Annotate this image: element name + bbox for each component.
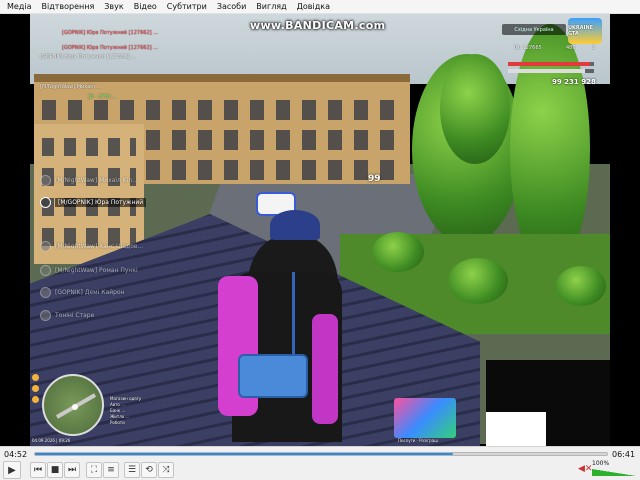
playlist-icon: ☰ — [127, 465, 137, 475]
game-bush — [556, 266, 606, 306]
avatar — [40, 309, 51, 321]
shuffle-button[interactable]: ⤨ — [158, 462, 174, 478]
chat-line: [GOPNIK] Юра Потужний [127662] ... — [62, 30, 158, 36]
play-icon: ▶ — [8, 464, 16, 476]
player-id: ID: 127665 — [514, 45, 542, 51]
player-controls: 04:52 06:41 ▶ ⏮ ■ ⏭ ⛶ ≡ ☰ ⟲ ⤨ ◀✕ 100% — [0, 446, 640, 480]
promo-text: Послуги · Розіграш — [398, 438, 438, 443]
hud-icon — [32, 374, 39, 381]
menu-help[interactable]: Довідка — [292, 0, 335, 14]
character-bag — [238, 354, 308, 398]
total-time: 06:41 — [612, 450, 636, 459]
fullscreen-icon: ⛶ — [90, 465, 98, 475]
seek-progress — [35, 453, 453, 455]
seek-bar[interactable] — [34, 452, 608, 456]
voice-name: [M/NightWaw] Роман Пункі — [55, 266, 138, 274]
menu-playback[interactable]: Відтворення — [36, 0, 99, 14]
minimap — [42, 374, 104, 436]
legend-item: Роботи — [110, 420, 125, 425]
equalizer-icon: ≡ — [107, 465, 115, 475]
skip-forward-icon: ⏭ — [67, 465, 77, 475]
menu-bar: Медіа Відтворення Звук Відео Субтитри За… — [0, 0, 640, 14]
video-frame[interactable]: www.BANDICAM.com [GOPNIK] Юра Потужний [… — [0, 14, 640, 446]
volume-percent: 100% — [592, 460, 610, 467]
promo-banner — [394, 398, 456, 438]
menu-view[interactable]: Вигляд — [251, 0, 291, 14]
voice-item: [M/NightWaw] Ханс Шадов... — [40, 240, 143, 252]
health-bar — [508, 62, 594, 66]
character-hat — [270, 210, 320, 240]
voice-name: [GOPNIK] Демі Кайрон — [55, 288, 125, 296]
elapsed-time: 04:52 — [4, 450, 28, 459]
menu-media[interactable]: Медіа — [2, 0, 36, 14]
chat-line: [GOPNIK] Юра Потужний [127662] ... — [62, 45, 158, 51]
voice-name: [M/GOPNIK] Юра Потужний — [55, 197, 147, 207]
server-name: Східна Україна — [502, 24, 566, 35]
voice-item: [M/NightWaw] Роман Пункі — [40, 264, 138, 276]
player-marker-icon — [72, 404, 78, 410]
voice-name: Тоніні Старе — [55, 311, 95, 319]
fullscreen-button[interactable]: ⛶ — [86, 462, 102, 478]
avatar — [40, 240, 51, 252]
game-logo: UKRAINE GTA — [568, 18, 602, 44]
game-bush — [448, 258, 508, 304]
loop-icon: ⟲ — [145, 465, 153, 475]
chat-line: [D - 575] ... — [88, 94, 117, 100]
voice-name: [M/NightWaw] Ханс Шадов... — [55, 242, 144, 250]
play-button[interactable]: ▶ — [3, 461, 21, 479]
hud-icon — [32, 396, 39, 403]
hud-icon — [32, 385, 39, 392]
stop-button[interactable]: ■ — [47, 462, 63, 478]
menu-video[interactable]: Відео — [129, 0, 162, 14]
volume-slider[interactable] — [592, 469, 636, 476]
game-white-corner — [486, 412, 546, 446]
extended-settings-button[interactable]: ≡ — [103, 462, 119, 478]
character-jacket-side — [312, 314, 338, 424]
next-button[interactable]: ⏭ — [64, 462, 80, 478]
shuffle-icon: ⤨ — [162, 465, 170, 475]
menu-tools[interactable]: Засоби — [212, 0, 251, 14]
stop-icon: ■ — [50, 465, 60, 475]
menu-subtitles[interactable]: Субтитри — [162, 0, 212, 14]
menu-audio[interactable]: Звук — [99, 0, 128, 14]
avatar — [40, 286, 51, 298]
voice-item: [GOPNIK] Демі Кайрон — [40, 286, 125, 298]
voice-name: [M/NightWaw] Михаїл Kin... — [55, 176, 138, 184]
mute-icon[interactable]: ◀✕ — [578, 464, 592, 474]
previous-button[interactable]: ⏮ — [30, 462, 46, 478]
hud-stat: 486 — [566, 45, 576, 51]
character-bag-strap — [292, 272, 295, 356]
avatar — [40, 196, 51, 208]
avatar — [40, 174, 51, 186]
hud-side-icons — [32, 374, 40, 424]
skip-back-icon: ⏮ — [33, 465, 43, 475]
chat-line: [M/NightWaw] Михаїл ... — [40, 84, 102, 90]
money-display: 99 231 928 — [552, 78, 596, 86]
playlist-button[interactable]: ☰ — [124, 462, 140, 478]
voice-item: [M/NightWaw] Михаїл Kin... — [40, 174, 138, 186]
game-bush — [372, 232, 424, 272]
hud-date: 04.09.2026 | 09:26 — [32, 438, 71, 443]
minimap-legend: Магазин одягу Авто ... Банк ... Житло ..… — [110, 396, 141, 426]
game-tree — [440, 54, 510, 164]
loop-button[interactable]: ⟲ — [141, 462, 157, 478]
bandicam-watermark: www.BANDICAM.com — [250, 19, 386, 32]
hud-stat: 2 — [592, 45, 596, 51]
voice-item: [M/GOPNIK] Юра Потужний — [40, 196, 147, 208]
avatar — [40, 264, 51, 276]
armor-bar — [508, 69, 594, 73]
wanted-level: 99 — [368, 174, 381, 184]
chat-line: [GOPNIK] Юра Потужний [127662] ... — [40, 54, 136, 60]
voice-item: Тоніні Старе — [40, 309, 94, 321]
